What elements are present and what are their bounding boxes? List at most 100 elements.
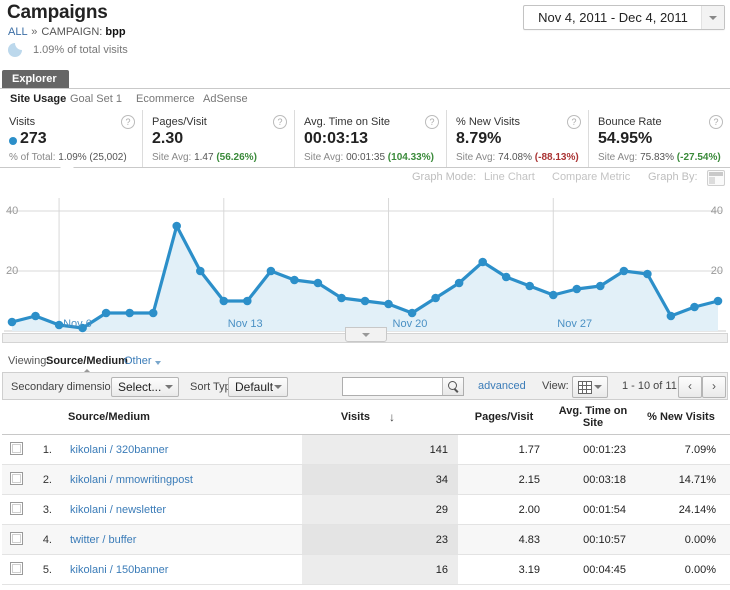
col-bounce-rate[interactable]: Bounce Rate bbox=[726, 400, 730, 435]
row-index: 5. bbox=[30, 555, 58, 585]
report-subtabs: Site Usage Goal Set 1 Ecommerce AdSense bbox=[0, 88, 730, 112]
viewing-row: Viewing: Source/Medium Other bbox=[0, 352, 730, 372]
percent-of-total-row: 1.09% of total visits bbox=[8, 42, 128, 58]
metric-card-bounce-rate[interactable]: Bounce Rate 54.95% Site Avg: 75.83% (-27… bbox=[588, 110, 730, 167]
visits-line-chart[interactable]: 40 20 40 20 Nov 6Nov 13Nov 20Nov 27 bbox=[0, 192, 730, 340]
tab-explorer[interactable]: Explorer bbox=[2, 70, 69, 88]
date-range-selector[interactable]: Nov 4, 2011 - Dec 4, 2011 bbox=[523, 5, 725, 30]
col-new-visits[interactable]: % New Visits bbox=[636, 400, 726, 435]
chart-data-point[interactable] bbox=[125, 309, 134, 318]
metric-selected-caret bbox=[60, 161, 74, 168]
col-visits-sort-indicator[interactable]: ↓ bbox=[380, 400, 458, 435]
source-medium-link[interactable]: kikolani / 320banner bbox=[70, 444, 168, 456]
tab-ecommerce[interactable]: Ecommerce bbox=[136, 89, 195, 110]
col-source-medium[interactable]: Source/Medium bbox=[58, 400, 302, 435]
chart-data-point[interactable] bbox=[267, 267, 276, 276]
search-input[interactable] bbox=[343, 378, 444, 395]
chart-data-point[interactable] bbox=[525, 282, 534, 291]
cell-bounce-rate: 31.25% bbox=[726, 555, 730, 585]
table-search-box[interactable] bbox=[342, 377, 464, 396]
graph-mode-value[interactable]: Line Chart bbox=[484, 171, 535, 183]
calendar-icon[interactable] bbox=[707, 170, 725, 186]
chart-data-point[interactable] bbox=[290, 276, 299, 285]
col-visits[interactable]: Visits bbox=[302, 400, 380, 435]
chart-data-point[interactable] bbox=[478, 258, 487, 267]
chart-data-point[interactable] bbox=[690, 303, 699, 312]
help-icon[interactable]: ? bbox=[567, 115, 581, 129]
chart-data-point[interactable] bbox=[31, 312, 40, 321]
help-icon[interactable]: ? bbox=[709, 115, 723, 129]
col-avg-time-on-site[interactable]: Avg. Time on Site bbox=[550, 400, 636, 435]
chart-data-point[interactable] bbox=[573, 285, 582, 294]
row-checkbox[interactable] bbox=[10, 442, 23, 455]
breadcrumb-value: bpp bbox=[105, 26, 125, 38]
chart-data-point[interactable] bbox=[549, 291, 558, 300]
chart-data-point[interactable] bbox=[667, 312, 676, 321]
source-medium-link[interactable]: twitter / buffer bbox=[70, 534, 136, 546]
search-button[interactable] bbox=[442, 378, 463, 395]
viewing-other-link[interactable]: Other bbox=[124, 355, 152, 367]
metric-card-new-visits[interactable]: % New Visits 8.79% Site Avg: 74.08% (-88… bbox=[446, 110, 588, 167]
chart-data-point[interactable] bbox=[102, 309, 111, 318]
breadcrumb-all-link[interactable]: ALL bbox=[8, 26, 27, 38]
cell-pages-visit: 2.15 bbox=[458, 465, 550, 495]
chevron-down-icon bbox=[165, 385, 173, 389]
breadcrumb-dimension-label: CAMPAIGN: bbox=[41, 26, 102, 38]
source-medium-link[interactable]: kikolani / newsletter bbox=[70, 504, 166, 516]
metric-card-avg-time-on-site[interactable]: Avg. Time on Site 00:03:13 Site Avg: 00:… bbox=[294, 110, 446, 167]
previous-page-button[interactable]: ‹ bbox=[678, 376, 702, 398]
chart-data-point[interactable] bbox=[172, 222, 181, 231]
cell-new-visits: 7.09% bbox=[636, 435, 726, 465]
chart-data-point[interactable] bbox=[714, 297, 723, 306]
row-checkbox[interactable] bbox=[10, 532, 23, 545]
chart-data-point[interactable] bbox=[643, 270, 652, 279]
next-page-button[interactable]: › bbox=[702, 376, 726, 398]
chart-data-point[interactable] bbox=[220, 297, 229, 306]
row-index: 4. bbox=[30, 525, 58, 555]
cell-bounce-rate: 72.41% bbox=[726, 495, 730, 525]
chart-data-point[interactable] bbox=[337, 294, 346, 303]
chart-data-point[interactable] bbox=[455, 279, 464, 288]
chevron-left-icon: ‹ bbox=[679, 377, 701, 397]
chart-data-point[interactable] bbox=[361, 297, 370, 306]
sort-type-select[interactable]: Default bbox=[228, 377, 288, 397]
collapse-chart-button[interactable] bbox=[345, 327, 387, 342]
col-pages-visit[interactable]: Pages/Visit bbox=[458, 400, 550, 435]
chart-data-point[interactable] bbox=[149, 309, 158, 318]
source-medium-link[interactable]: kikolani / mmowritingpost bbox=[70, 474, 193, 486]
tab-site-usage[interactable]: Site Usage bbox=[10, 89, 66, 110]
tab-goal-set-1[interactable]: Goal Set 1 bbox=[70, 89, 122, 110]
compare-metric-button[interactable]: Compare Metric bbox=[552, 171, 630, 183]
table-cell: twitter / buffer bbox=[58, 525, 302, 555]
chart-data-point[interactable] bbox=[431, 294, 440, 303]
source-medium-link[interactable]: kikolani / 150banner bbox=[70, 564, 168, 576]
chart-data-point[interactable] bbox=[314, 279, 323, 288]
view-type-select[interactable] bbox=[572, 376, 608, 398]
chart-data-point[interactable] bbox=[408, 309, 417, 318]
cell-new-visits: 14.71% bbox=[636, 465, 726, 495]
help-icon[interactable]: ? bbox=[425, 115, 439, 129]
chart-data-point[interactable] bbox=[8, 318, 17, 327]
chart-data-point[interactable] bbox=[384, 300, 393, 309]
metric-value: 2.30 bbox=[152, 130, 183, 148]
chart-data-point[interactable] bbox=[620, 267, 629, 276]
pagination-count: 1 - 10 of 11 bbox=[622, 380, 677, 392]
chart-data-point[interactable] bbox=[502, 273, 511, 282]
metric-delta: (56.26%) bbox=[216, 152, 257, 163]
metric-card-pages-visit[interactable]: Pages/Visit 2.30 Site Avg: 1.47 (56.26%)… bbox=[142, 110, 294, 167]
chart-data-point[interactable] bbox=[596, 282, 605, 291]
help-icon[interactable]: ? bbox=[121, 115, 135, 129]
row-checkbox[interactable] bbox=[10, 562, 23, 575]
tab-adsense[interactable]: AdSense bbox=[203, 89, 248, 110]
viewing-selected-dimension[interactable]: Source/Medium bbox=[46, 355, 128, 367]
report-table: Source/Medium Visits ↓ Pages/Visit Avg. … bbox=[2, 400, 728, 585]
row-checkbox[interactable] bbox=[10, 472, 23, 485]
search-icon bbox=[448, 381, 457, 390]
chart-data-point[interactable] bbox=[196, 267, 205, 276]
row-checkbox[interactable] bbox=[10, 502, 23, 515]
help-icon[interactable]: ? bbox=[273, 115, 287, 129]
secondary-dimension-select[interactable]: Select... bbox=[111, 377, 179, 397]
metric-card-visits[interactable]: Visits 273 % of Total: 1.09% (25,002) ? bbox=[0, 110, 142, 167]
advanced-link[interactable]: advanced bbox=[478, 380, 526, 392]
chart-data-point[interactable] bbox=[243, 297, 252, 306]
